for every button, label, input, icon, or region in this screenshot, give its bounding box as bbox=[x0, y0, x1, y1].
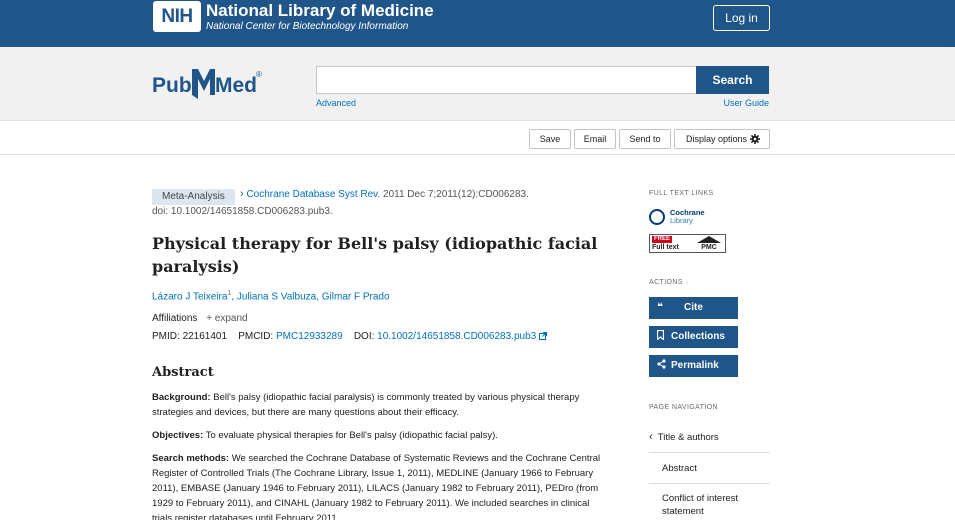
share-icon bbox=[657, 355, 666, 377]
nav-title-authors-label: Title & authors bbox=[657, 432, 719, 443]
objectives-text: To evaluate physical therapies for Bell'… bbox=[205, 430, 498, 441]
pmc-free-full-text-link[interactable]: FREE Full text PMC bbox=[649, 234, 726, 253]
article-title: Physical therapy for Bell's palsy (idiop… bbox=[152, 234, 598, 276]
cochrane-logo-icon bbox=[649, 209, 665, 225]
nav-divider bbox=[649, 483, 770, 484]
article-identifiers: PMID: 22161401 PMCID: PMC12933289 DOI: 1… bbox=[152, 331, 547, 342]
affiliations-label: Affiliations bbox=[152, 313, 198, 324]
article-toolbar: Save Email Send to Display options bbox=[0, 122, 955, 155]
author-link[interactable]: Juliana S Valbuza bbox=[237, 291, 316, 302]
nav-abstract[interactable]: Abstract bbox=[649, 462, 770, 475]
cochrane-logo-text: Cochrane Library bbox=[670, 209, 705, 225]
pubmed-logo[interactable]: Pub Med ® bbox=[152, 65, 264, 101]
pmcid-link[interactable]: PMC12933289 bbox=[276, 331, 343, 342]
article-main: Meta-Analysis › Cochrane Database Syst R… bbox=[152, 186, 612, 520]
nav-divider bbox=[649, 452, 770, 453]
collections-label: Collections bbox=[671, 331, 725, 342]
save-button[interactable]: Save bbox=[529, 129, 571, 149]
pmcid-label: PMCID: bbox=[238, 331, 274, 342]
pmc-logo-text: PMC bbox=[701, 244, 717, 251]
nav-title-authors[interactable]: ‹ Title & authors bbox=[649, 431, 770, 444]
login-button[interactable]: Log in bbox=[713, 5, 770, 31]
search-button[interactable]: Search bbox=[696, 66, 769, 94]
full-text-links-label: FULL TEXT LINKS bbox=[649, 190, 714, 197]
advanced-search-link[interactable]: Advanced bbox=[316, 98, 356, 108]
nih-logo[interactable]: NIH bbox=[153, 1, 201, 32]
pubmed-book-icon bbox=[192, 69, 215, 99]
background-text: Bell's palsy (idiopathic facial paralysi… bbox=[152, 392, 580, 418]
display-options-label: Display options bbox=[686, 134, 748, 144]
page-navigation-label: PAGE NAVIGATION bbox=[649, 404, 719, 411]
objectives-label: Objectives: bbox=[152, 430, 204, 441]
permalink-button[interactable]: Permalink bbox=[649, 355, 738, 377]
background-label: Background: bbox=[152, 392, 211, 403]
cite-label: Cite bbox=[684, 302, 703, 313]
display-options-button[interactable]: Display options bbox=[674, 129, 770, 149]
nih-banner: NIH National Library of Medicine Nationa… bbox=[0, 0, 955, 47]
expand-affiliations-button[interactable]: + expand bbox=[206, 313, 247, 324]
search-area: Pub Med ® Search Advanced User Guide bbox=[0, 47, 955, 121]
cite-button[interactable]: ❝ Cite bbox=[649, 297, 738, 319]
ncbi-subtitle: National Center for Biotechnology Inform… bbox=[206, 21, 409, 32]
pmc-free-label: FREE bbox=[652, 236, 673, 243]
abstract-search-methods: Search methods: We searched the Cochrane… bbox=[152, 451, 607, 520]
author-link[interactable]: Gilmar F Prado bbox=[322, 291, 390, 302]
email-button[interactable]: Email bbox=[574, 129, 616, 149]
abstract-heading: Abstract bbox=[152, 365, 214, 380]
citation-doi: doi: 10.1002/14651858.CD006283.pub3. bbox=[152, 206, 333, 217]
quote-icon: ❝ bbox=[657, 302, 663, 313]
pmid-value: 22161401 bbox=[182, 331, 228, 342]
pubmed-logo-med: Med bbox=[215, 74, 257, 97]
publication-type-badge: Meta-Analysis bbox=[152, 189, 235, 205]
cochrane-library-word: Library bbox=[670, 216, 693, 225]
pmc-full-text-label: Full text bbox=[652, 244, 679, 251]
user-guide-link[interactable]: User Guide bbox=[723, 98, 769, 108]
pmid-label: PMID: bbox=[152, 331, 180, 342]
nav-conflict-of-interest[interactable]: Conflict of interest statement bbox=[649, 492, 770, 518]
doi-label: DOI: bbox=[353, 331, 375, 342]
doi-link[interactable]: 10.1002/14651858.CD006283.pub3 bbox=[377, 331, 536, 342]
chevron-left-icon: ‹ bbox=[649, 431, 653, 443]
author-list: Lázaro J Teixeira1, Juliana S Valbuza, G… bbox=[152, 290, 390, 303]
journal-citation: › Cochrane Database Syst Rev. 2011 Dec 7… bbox=[240, 186, 529, 203]
abstract-background: Background: Bell's palsy (idiopathic fac… bbox=[152, 390, 607, 420]
citation-date: 2011 Dec 7;2011(12):CD006283. bbox=[383, 189, 529, 200]
search-input[interactable] bbox=[316, 66, 697, 94]
search-methods-label: Search methods: bbox=[152, 453, 230, 464]
permalink-label: Permalink bbox=[671, 360, 719, 371]
gear-icon bbox=[750, 134, 760, 144]
abstract-objectives: Objectives: To evaluate physical therapi… bbox=[152, 428, 607, 443]
pubmed-logo-reg: ® bbox=[256, 70, 262, 79]
author-affiliation-marker[interactable]: 1 bbox=[227, 290, 231, 297]
actions-label: ACTIONS bbox=[649, 279, 683, 286]
journal-link[interactable]: Cochrane Database Syst Rev. bbox=[246, 189, 380, 200]
collections-button[interactable]: Collections bbox=[649, 326, 738, 348]
chevron-right-icon: › bbox=[240, 188, 244, 200]
send-to-button[interactable]: Send to bbox=[619, 129, 671, 149]
nlm-title[interactable]: National Library of Medicine bbox=[206, 1, 434, 21]
author-link[interactable]: Lázaro J Teixeira bbox=[152, 291, 227, 302]
external-link-icon bbox=[538, 332, 547, 340]
affiliations-row: Affiliations + expand bbox=[152, 313, 248, 324]
bookmark-icon bbox=[656, 326, 665, 348]
pubmed-logo-pub: Pub bbox=[152, 74, 192, 97]
